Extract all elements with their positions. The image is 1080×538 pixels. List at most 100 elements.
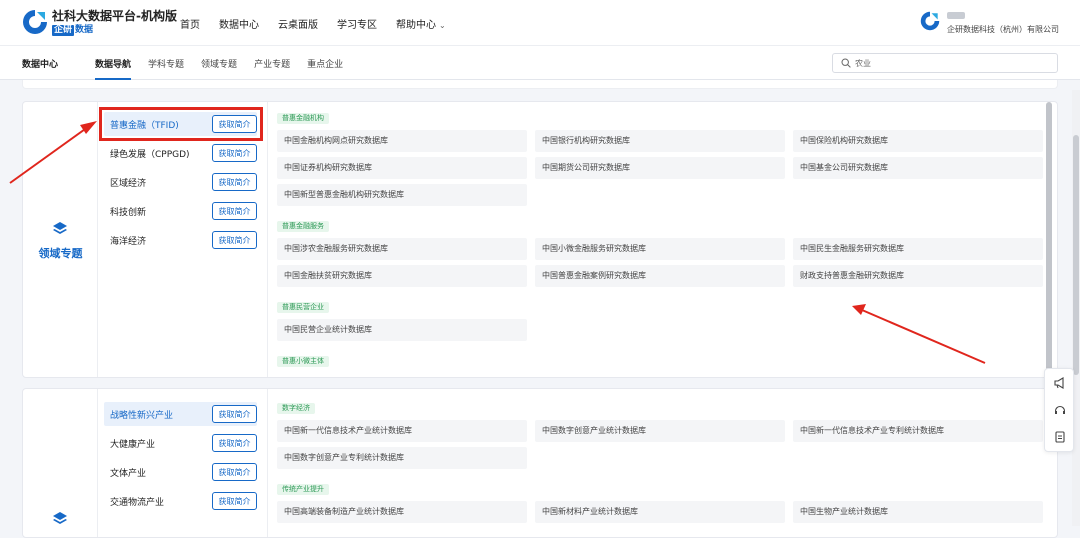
group-tag: 普惠金融服务 (277, 221, 329, 232)
group-tag: 数字经济 (277, 403, 315, 414)
database-item[interactable]: 财政支持普惠金融研究数据库 (793, 265, 1043, 287)
card-side (23, 389, 98, 537)
user-name-redacted[interactable] (947, 12, 965, 19)
brand-sub-boxed: 企研 (52, 25, 75, 36)
search-box[interactable] (832, 53, 1058, 73)
database-item[interactable]: 中国民生金融服务研究数据库 (793, 238, 1043, 260)
category-label: 文体产业 (110, 468, 147, 479)
chevron-down-icon: ⌄ (439, 21, 446, 30)
database-item[interactable]: 中国生物产业统计数据库 (793, 501, 1043, 523)
database-item[interactable]: 中国新型普惠金融机构研究数据库 (277, 184, 527, 206)
megaphone-icon[interactable] (1053, 376, 1067, 390)
category-item-tfid[interactable]: 普惠金融（TFID) 获取简介 (104, 112, 257, 136)
brand-subtitle: 企研 数据 (52, 25, 177, 36)
page-scrollbar-thumb[interactable] (1073, 135, 1079, 375)
category-label: 绿色发展（CPPGD) (110, 149, 190, 160)
brand[interactable]: 社科大数据平台-机构版 企研 数据 (52, 9, 177, 36)
nav-learning[interactable]: 学习专区 (337, 16, 377, 31)
get-intro-button[interactable]: 获取简介 (212, 231, 257, 249)
category-label: 大健康产业 (110, 439, 156, 450)
get-intro-button[interactable]: 获取简介 (212, 144, 257, 162)
top-navigation-bar: 社科大数据平台-机构版 企研 数据 首页 数据中心 云桌面版 学习专区 帮助中心… (0, 0, 1080, 46)
search-icon (841, 58, 851, 68)
nav-home[interactable]: 首页 (180, 16, 200, 31)
nav-help-label: 帮助中心 (396, 20, 436, 31)
database-item[interactable]: 中国高端装备制造产业统计数据库 (277, 501, 527, 523)
platform-logo-icon[interactable] (22, 9, 48, 35)
get-intro-button[interactable]: 获取简介 (212, 202, 257, 220)
category-label: 科技创新 (110, 207, 147, 218)
category-item-marine[interactable]: 海洋经济 获取简介 (104, 228, 257, 252)
category-list: 战略性新兴产业 获取简介 大健康产业 获取简介 文体产业 获取简介 交通物流产业 获取简… (98, 389, 268, 537)
previous-card-bottom (22, 80, 1058, 89)
database-item[interactable]: 中国证券机构研究数据库 (277, 157, 527, 179)
category-item-health[interactable]: 大健康产业 获取简介 (104, 431, 257, 455)
database-item[interactable]: 中国民营企业统计数据库 (277, 319, 527, 341)
nav-cloud-desktop[interactable]: 云桌面版 (278, 16, 318, 31)
layers-icon (53, 512, 67, 524)
industry-topic-card: 战略性新兴产业 获取简介 大健康产业 获取简介 文体产业 获取简介 交通物流产业 获取简… (22, 388, 1058, 538)
nav-help-center[interactable]: 帮助中心 ⌄ (396, 16, 446, 31)
database-item[interactable]: 中国期货公司研究数据库 (535, 157, 785, 179)
category-item-cppgd[interactable]: 绿色发展（CPPGD) 获取简介 (104, 141, 257, 165)
group-tag: 普惠民营企业 (277, 302, 329, 313)
database-content: 普惠金融机构 中国金融机构网点研究数据库 中国银行机构研究数据库 中国保险机构研… (269, 102, 1054, 377)
card-side: 领域专题 (23, 102, 98, 377)
category-label: 海洋经济 (110, 236, 147, 247)
category-item-tech[interactable]: 科技创新 获取简介 (104, 199, 257, 223)
database-item[interactable]: 中国普惠金融案例研究数据库 (535, 265, 785, 287)
database-item[interactable]: 中国涉农金融服务研究数据库 (277, 238, 527, 260)
database-item[interactable]: 中国新材料产业统计数据库 (535, 501, 785, 523)
database-item[interactable]: 中国金融机构网点研究数据库 (277, 130, 527, 152)
category-label: 交通物流产业 (110, 497, 165, 508)
database-item[interactable]: 中国银行机构研究数据库 (535, 130, 785, 152)
database-item[interactable]: 中国保险机构研究数据库 (793, 130, 1043, 152)
subnav-discipline[interactable]: 学科专题 (148, 57, 184, 70)
layers-icon (53, 222, 67, 234)
category-item-emerging[interactable]: 战略性新兴产业 获取简介 (104, 402, 257, 426)
database-item[interactable]: 中国新一代信息技术产业专利统计数据库 (793, 420, 1043, 442)
search-input[interactable] (855, 56, 1050, 70)
side-label: 领域专题 (38, 247, 83, 260)
database-item[interactable]: 中国基金公司研究数据库 (793, 157, 1043, 179)
subnav-key-enterprises[interactable]: 重点企业 (307, 57, 343, 70)
category-label: 普惠金融（TFID) (110, 120, 179, 131)
category-item-logistics[interactable]: 交通物流产业 获取简介 (104, 489, 257, 513)
org-logo-icon (920, 11, 940, 31)
group-tag: 传统产业提升 (277, 484, 329, 495)
category-item-regional[interactable]: 区域经济 获取简介 (104, 170, 257, 194)
get-intro-button[interactable]: 获取简介 (212, 434, 257, 452)
database-content: 数字经济 中国新一代信息技术产业统计数据库 中国数字创意产业统计数据库 中国新一… (269, 389, 1054, 537)
category-label: 战略性新兴产业 (110, 410, 174, 421)
subnav-domain[interactable]: 领域专题 (201, 57, 237, 70)
content-scrollbar[interactable] (1046, 102, 1052, 376)
organization-name: 企研数据科技（杭州）有限公司 (947, 25, 1059, 34)
nav-data-center[interactable]: 数据中心 (219, 16, 259, 31)
category-label: 区域经济 (110, 178, 147, 189)
database-item[interactable]: 中国小微金融服务研究数据库 (535, 238, 785, 260)
brand-title: 社科大数据平台-机构版 (52, 9, 177, 23)
document-icon[interactable] (1053, 430, 1067, 444)
main-nav: 首页 数据中心 云桌面版 学习专区 帮助中心 ⌄ (180, 16, 465, 31)
sub-nav: 数据中心 数据导航 学科专题 领域专题 产业专题 重点企业 (22, 57, 360, 80)
database-item[interactable]: 中国数字创意产业统计数据库 (535, 420, 785, 442)
get-intro-button[interactable]: 获取简介 (212, 463, 257, 481)
group-tag: 普惠小微主体 (277, 356, 329, 367)
group-tag: 普惠金融机构 (277, 113, 329, 124)
subnav-data-navigation[interactable]: 数据导航 (95, 57, 132, 80)
database-item[interactable]: 中国金融扶贫研究数据库 (277, 265, 527, 287)
headset-icon[interactable] (1053, 403, 1067, 417)
get-intro-button[interactable]: 获取简介 (212, 492, 257, 510)
get-intro-button[interactable]: 获取简介 (212, 173, 257, 191)
brand-sub-rest: 数据 (75, 25, 94, 35)
domain-topic-card: 领域专题 普惠金融（TFID) 获取简介 绿色发展（CPPGD) 获取简介 区域经济… (22, 101, 1058, 378)
database-item[interactable]: 中国数字创意产业专利统计数据库 (277, 447, 527, 469)
category-item-culture-sports[interactable]: 文体产业 获取简介 (104, 460, 257, 484)
subnav-industry[interactable]: 产业专题 (254, 57, 290, 70)
subnav-data-center[interactable]: 数据中心 (22, 57, 58, 70)
get-intro-button[interactable]: 获取简介 (212, 405, 257, 423)
database-item[interactable]: 中国新一代信息技术产业统计数据库 (277, 420, 527, 442)
get-intro-button[interactable]: 获取简介 (212, 115, 257, 133)
category-list: 普惠金融（TFID) 获取简介 绿色发展（CPPGD) 获取简介 区域经济 获取简介 … (98, 102, 268, 377)
floating-tools (1044, 368, 1074, 452)
